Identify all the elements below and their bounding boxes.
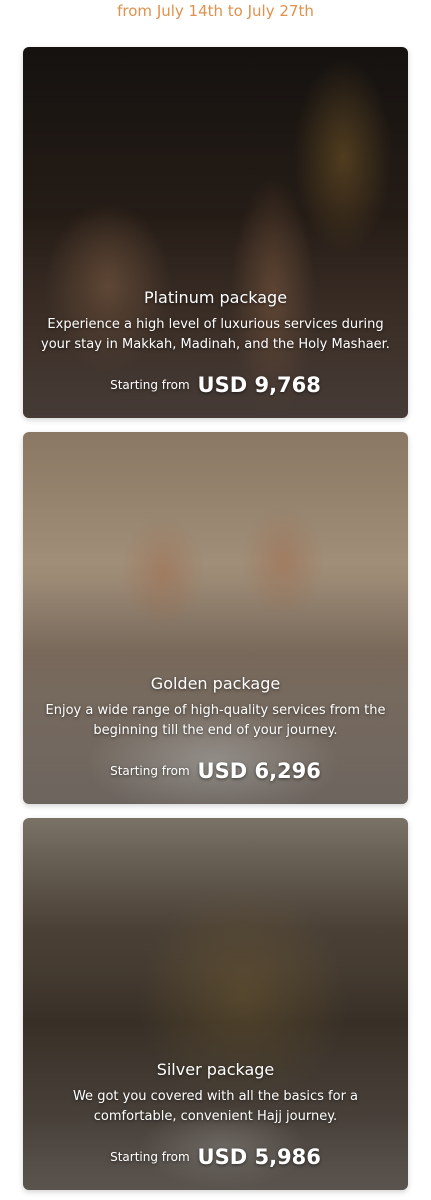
- platinum-package-title: Platinum package: [143, 288, 288, 307]
- silver-package-price: USD 5,986: [197, 1145, 321, 1169]
- golden-package-description: Enjoy a wide range of high-quality servi…: [45, 703, 386, 738]
- platinum-package-price: USD 9,768: [197, 373, 321, 397]
- silver-package-description: We got you covered with all the basics f…: [72, 1089, 359, 1124]
- platinum-package-description: Experience a high level of luxurious ser…: [41, 317, 390, 352]
- golden-package-card[interactable]: Golden package Enjoy a wide range of hig…: [23, 432, 408, 804]
- platinum-package-content: Platinum package Experience a high level…: [23, 287, 408, 400]
- platinum-package-price-row: Starting from USD 9,768: [41, 373, 390, 400]
- golden-package-title: Golden package: [150, 674, 281, 693]
- golden-package-price-row: Starting from USD 6,296: [41, 759, 390, 786]
- golden-package-price: USD 6,296: [197, 759, 321, 783]
- price-prefix-label: Starting from: [110, 1150, 190, 1164]
- silver-package-title: Silver package: [156, 1060, 275, 1079]
- price-prefix-label: Starting from: [110, 378, 190, 392]
- silver-package-content: Silver package We got you covered with a…: [23, 1059, 408, 1172]
- golden-package-content: Golden package Enjoy a wide range of hig…: [23, 673, 408, 786]
- silver-package-price-row: Starting from USD 5,986: [41, 1145, 390, 1172]
- silver-package-card[interactable]: Silver package We got you covered with a…: [23, 818, 408, 1190]
- date-range-text: from July 14th to July 27th: [117, 2, 314, 20]
- price-prefix-label: Starting from: [110, 764, 190, 778]
- platinum-package-card[interactable]: Platinum package Experience a high level…: [23, 47, 408, 418]
